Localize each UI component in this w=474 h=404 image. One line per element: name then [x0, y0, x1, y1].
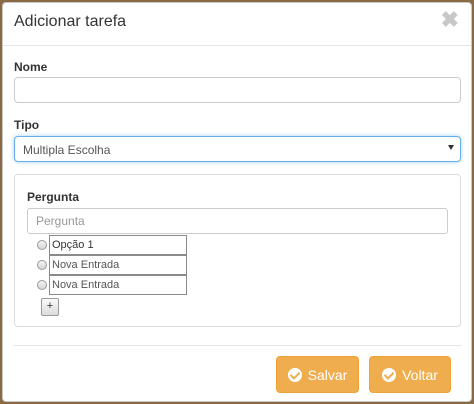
option-input[interactable] [49, 235, 187, 255]
question-panel: Pergunta + [14, 174, 461, 327]
option-radio[interactable] [37, 280, 47, 290]
back-button-label: Voltar [402, 366, 438, 383]
tipo-selected-value: Multipla Escolha [23, 143, 111, 157]
option-input[interactable] [49, 255, 187, 275]
tipo-select[interactable]: Multipla Escolha [14, 136, 461, 162]
nome-label: Nome [14, 60, 48, 74]
nome-input[interactable] [14, 77, 461, 103]
add-option-button[interactable]: + [41, 298, 59, 316]
option-radio[interactable] [37, 240, 47, 250]
check-circle-icon [382, 367, 397, 382]
option-radio[interactable] [37, 260, 47, 270]
save-button[interactable]: Salvar [276, 356, 359, 393]
caret-down-icon [448, 145, 454, 150]
pergunta-input[interactable] [27, 208, 448, 234]
check-circle-icon [287, 367, 302, 382]
close-icon[interactable]: ✖ [441, 9, 459, 31]
add-task-modal: Adicionar tarefa ✖ Nome Tipo Multipla Es… [2, 2, 472, 402]
footer-divider [14, 345, 461, 346]
tipo-label: Tipo [14, 118, 40, 132]
modal-title: Adicionar tarefa [14, 13, 127, 30]
option-input[interactable] [49, 275, 187, 295]
save-button-label: Salvar [307, 366, 348, 383]
back-button[interactable]: Voltar [369, 356, 451, 393]
pergunta-label: Pergunta [27, 190, 80, 204]
modal-header: Adicionar tarefa ✖ [3, 3, 471, 46]
